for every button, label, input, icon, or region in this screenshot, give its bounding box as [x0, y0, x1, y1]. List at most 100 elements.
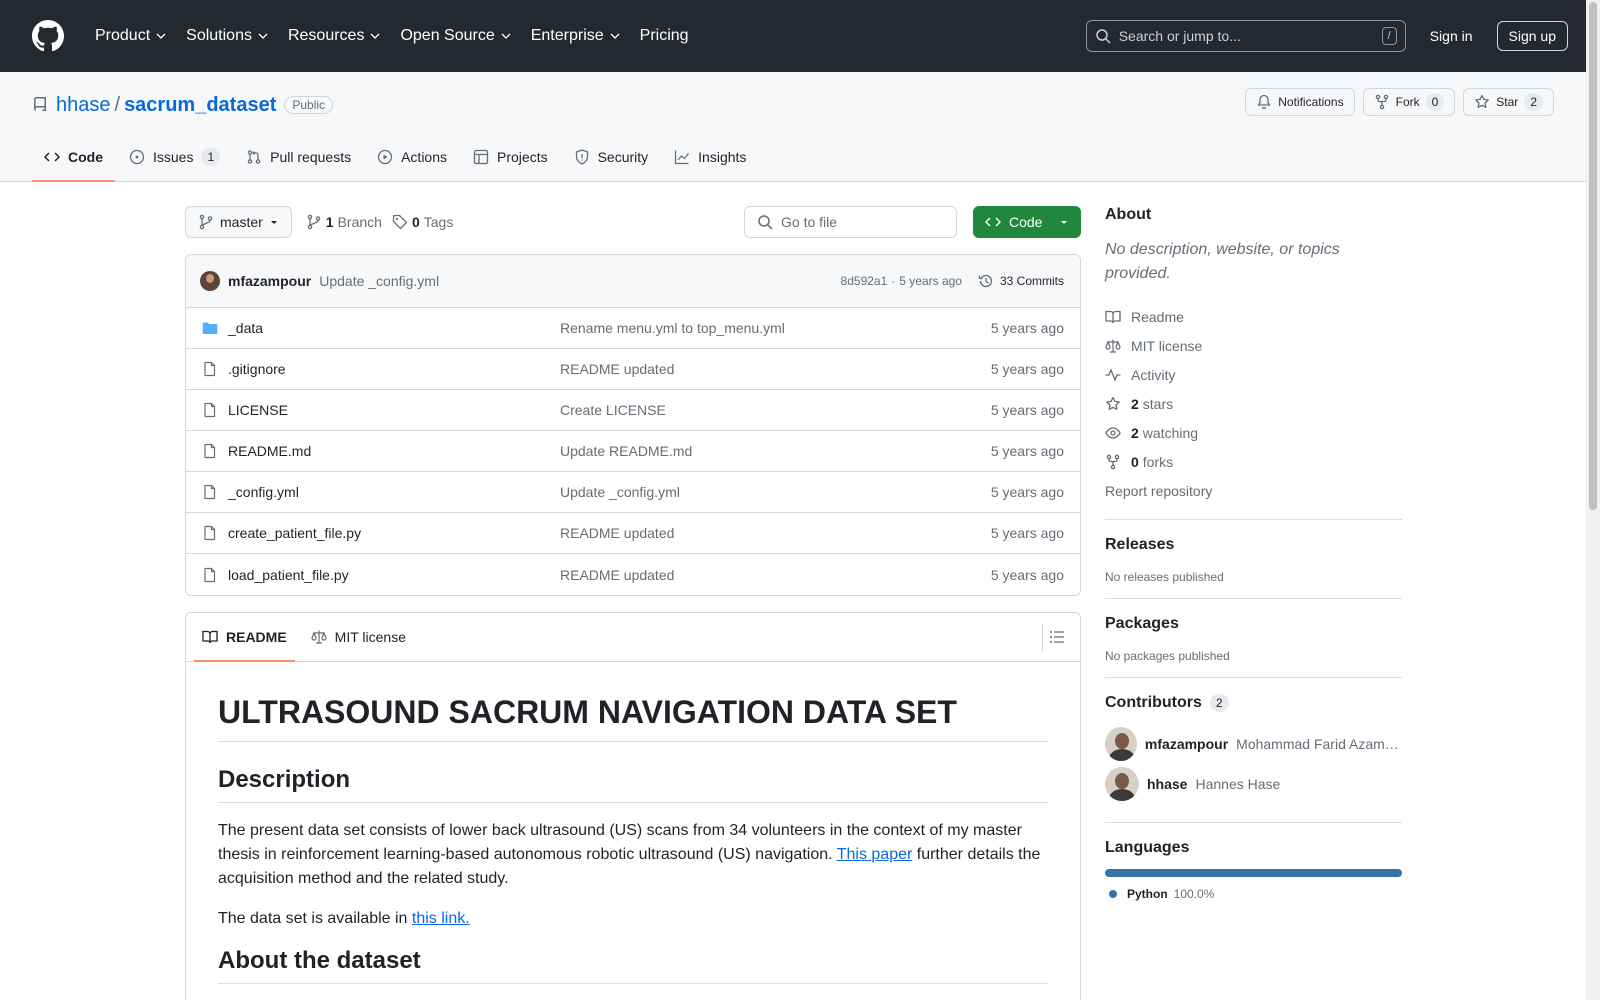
contributor-item[interactable]: mfazampour Mohammad Farid Azampour [1105, 724, 1402, 764]
divider [1105, 519, 1402, 520]
nav-enterprise[interactable]: Enterprise [522, 19, 629, 53]
table-row[interactable]: _data Rename menu.yml to top_menu.yml 5 ye… [186, 308, 1080, 349]
watching-link[interactable]: 2 watching [1105, 418, 1402, 447]
file-commit-message[interactable]: Update README.md [560, 443, 991, 459]
forks-link[interactable]: 0 forks [1105, 447, 1402, 476]
global-header: Product Solutions Resources Open Source … [0, 0, 1600, 72]
license-link[interactable]: MIT license [1105, 331, 1402, 360]
table-row[interactable]: README.md Update README.md 5 years ago [186, 431, 1080, 472]
avatar[interactable] [200, 271, 220, 291]
signup-button[interactable]: Sign up [1496, 21, 1568, 51]
github-logo-icon[interactable] [32, 20, 64, 52]
report-repository-link[interactable]: Report repository [1105, 476, 1402, 505]
releases-title[interactable]: Releases [1105, 536, 1402, 554]
table-row[interactable]: create_patient_file.py README updated 5 ye… [186, 513, 1080, 554]
contributors-heading[interactable]: Contributors 2 [1105, 694, 1402, 712]
nav-product[interactable]: Product [86, 19, 175, 53]
signin-link[interactable]: Sign in [1418, 22, 1485, 50]
language-name: Python [1127, 887, 1168, 901]
tab-insights[interactable]: Insights [662, 133, 758, 181]
fork-count: 0 [1425, 93, 1445, 111]
file-commit-message[interactable]: README updated [560, 525, 991, 541]
file-name-link[interactable]: .gitignore [228, 361, 560, 377]
branch-selector[interactable]: master [185, 206, 292, 238]
file-icon [204, 402, 216, 418]
notifications-label: Notifications [1278, 95, 1344, 109]
contributor-name: Hannes Hase [1195, 776, 1281, 792]
repo-owner-link[interactable]: hhase [56, 94, 111, 117]
paper-link[interactable]: This paper [837, 846, 913, 863]
table-row[interactable]: .gitignore README updated 5 years ago [186, 349, 1080, 390]
tab-pull-requests-label: Pull requests [270, 149, 352, 165]
file-icon [204, 525, 216, 541]
table-row[interactable]: LICENSE Create LICENSE 5 years ago [186, 390, 1080, 431]
commit-message[interactable]: Update _config.yml [319, 273, 439, 289]
star-icon [1106, 396, 1120, 410]
book-icon [202, 630, 218, 644]
file-commit-message[interactable]: README updated [560, 567, 991, 583]
file-name-link[interactable]: load_patient_file.py [228, 567, 560, 583]
file-name-link[interactable]: create_patient_file.py [228, 525, 560, 541]
bell-icon [1257, 94, 1271, 110]
branches-link[interactable]: 1 Branch [306, 214, 382, 230]
scrollbar-thumb[interactable] [1589, 2, 1597, 510]
language-percent: 100.0% [1173, 887, 1215, 901]
fork-icon [1106, 454, 1120, 469]
tab-code[interactable]: Code [32, 133, 115, 182]
commit-hash[interactable]: 8d592a1 [841, 274, 888, 288]
notifications-button[interactable]: Notifications [1245, 88, 1355, 116]
contributors-count: 2 [1209, 694, 1229, 712]
tab-pull-requests[interactable]: Pull requests [234, 133, 363, 181]
tags-link[interactable]: 0 Tags [392, 214, 453, 230]
nav-open-source[interactable]: Open Source [391, 19, 519, 53]
contributor-item[interactable]: hhase Hannes Hase [1105, 764, 1402, 804]
star-button[interactable]: Star 2 [1463, 88, 1554, 116]
nav-solutions[interactable]: Solutions [177, 19, 277, 53]
file-commit-age: 5 years ago [990, 566, 1064, 583]
tab-actions[interactable]: Actions [365, 133, 459, 181]
repo-name-link[interactable]: sacrum_dataset [124, 94, 276, 117]
commit-meta: 8d592a1 · 5 years ago [841, 274, 962, 288]
page-scrollbar[interactable] [1586, 0, 1600, 1000]
tab-projects[interactable]: Projects [461, 133, 560, 181]
tab-issues[interactable]: Issues 1 [117, 133, 232, 181]
readme-link[interactable]: Readme [1105, 302, 1402, 331]
commits-link[interactable]: 33 Commits [978, 273, 1064, 289]
dataset-link[interactable]: this link. [412, 910, 470, 927]
file-commit-message[interactable]: Rename menu.yml to top_menu.yml [560, 320, 991, 336]
forks-count: 0 [1131, 453, 1139, 470]
table-row[interactable]: load_patient_file.py README updated 5 year… [186, 554, 1080, 595]
go-to-file-input[interactable]: Go to file [744, 206, 957, 238]
tab-security[interactable]: Security [562, 133, 661, 181]
nav-resources[interactable]: Resources [279, 19, 389, 53]
packages-title[interactable]: Packages [1105, 615, 1402, 633]
file-name-link[interactable]: README.md [228, 443, 560, 459]
file-name-link[interactable]: LICENSE [228, 402, 560, 418]
nav-pricing[interactable]: Pricing [631, 19, 698, 53]
stars-link[interactable]: 2 stars [1105, 389, 1402, 418]
global-search-input[interactable]: Search or jump to... / [1085, 20, 1406, 52]
stars-label: stars [1142, 395, 1174, 412]
language-item[interactable]: Python 100.0% [1105, 887, 1402, 901]
table-row[interactable]: _config.yml Update _config.yml 5 years ago [186, 472, 1080, 513]
nav-resources-label: Resources [287, 27, 365, 44]
fork-button[interactable]: Fork 0 [1362, 88, 1456, 116]
go-to-file-placeholder: Go to file [781, 214, 838, 230]
readme-paragraph-2: The data set is available in this link. [218, 907, 1048, 931]
file-commit-message[interactable]: README updated [560, 361, 991, 377]
language-color-dot [1109, 890, 1117, 898]
file-commit-message[interactable]: Create LICENSE [560, 402, 991, 418]
tab-readme[interactable]: README [194, 613, 295, 662]
file-name-link[interactable]: _data [228, 320, 560, 336]
code-dropdown-button[interactable]: Code [973, 206, 1081, 238]
chevron-down-icon [370, 33, 380, 39]
outline-button[interactable] [1042, 623, 1070, 651]
tab-license[interactable]: MIT license [303, 613, 414, 661]
commit-author[interactable]: mfazampour [228, 273, 311, 289]
nav-solutions-label: Solutions [186, 27, 252, 44]
file-commit-message[interactable]: Update _config.yml [560, 484, 991, 500]
activity-link[interactable]: Activity [1105, 360, 1402, 389]
file-name-link[interactable]: _config.yml [228, 484, 560, 500]
readme-tabs: README MIT license [186, 613, 1080, 662]
divider [1105, 598, 1402, 599]
